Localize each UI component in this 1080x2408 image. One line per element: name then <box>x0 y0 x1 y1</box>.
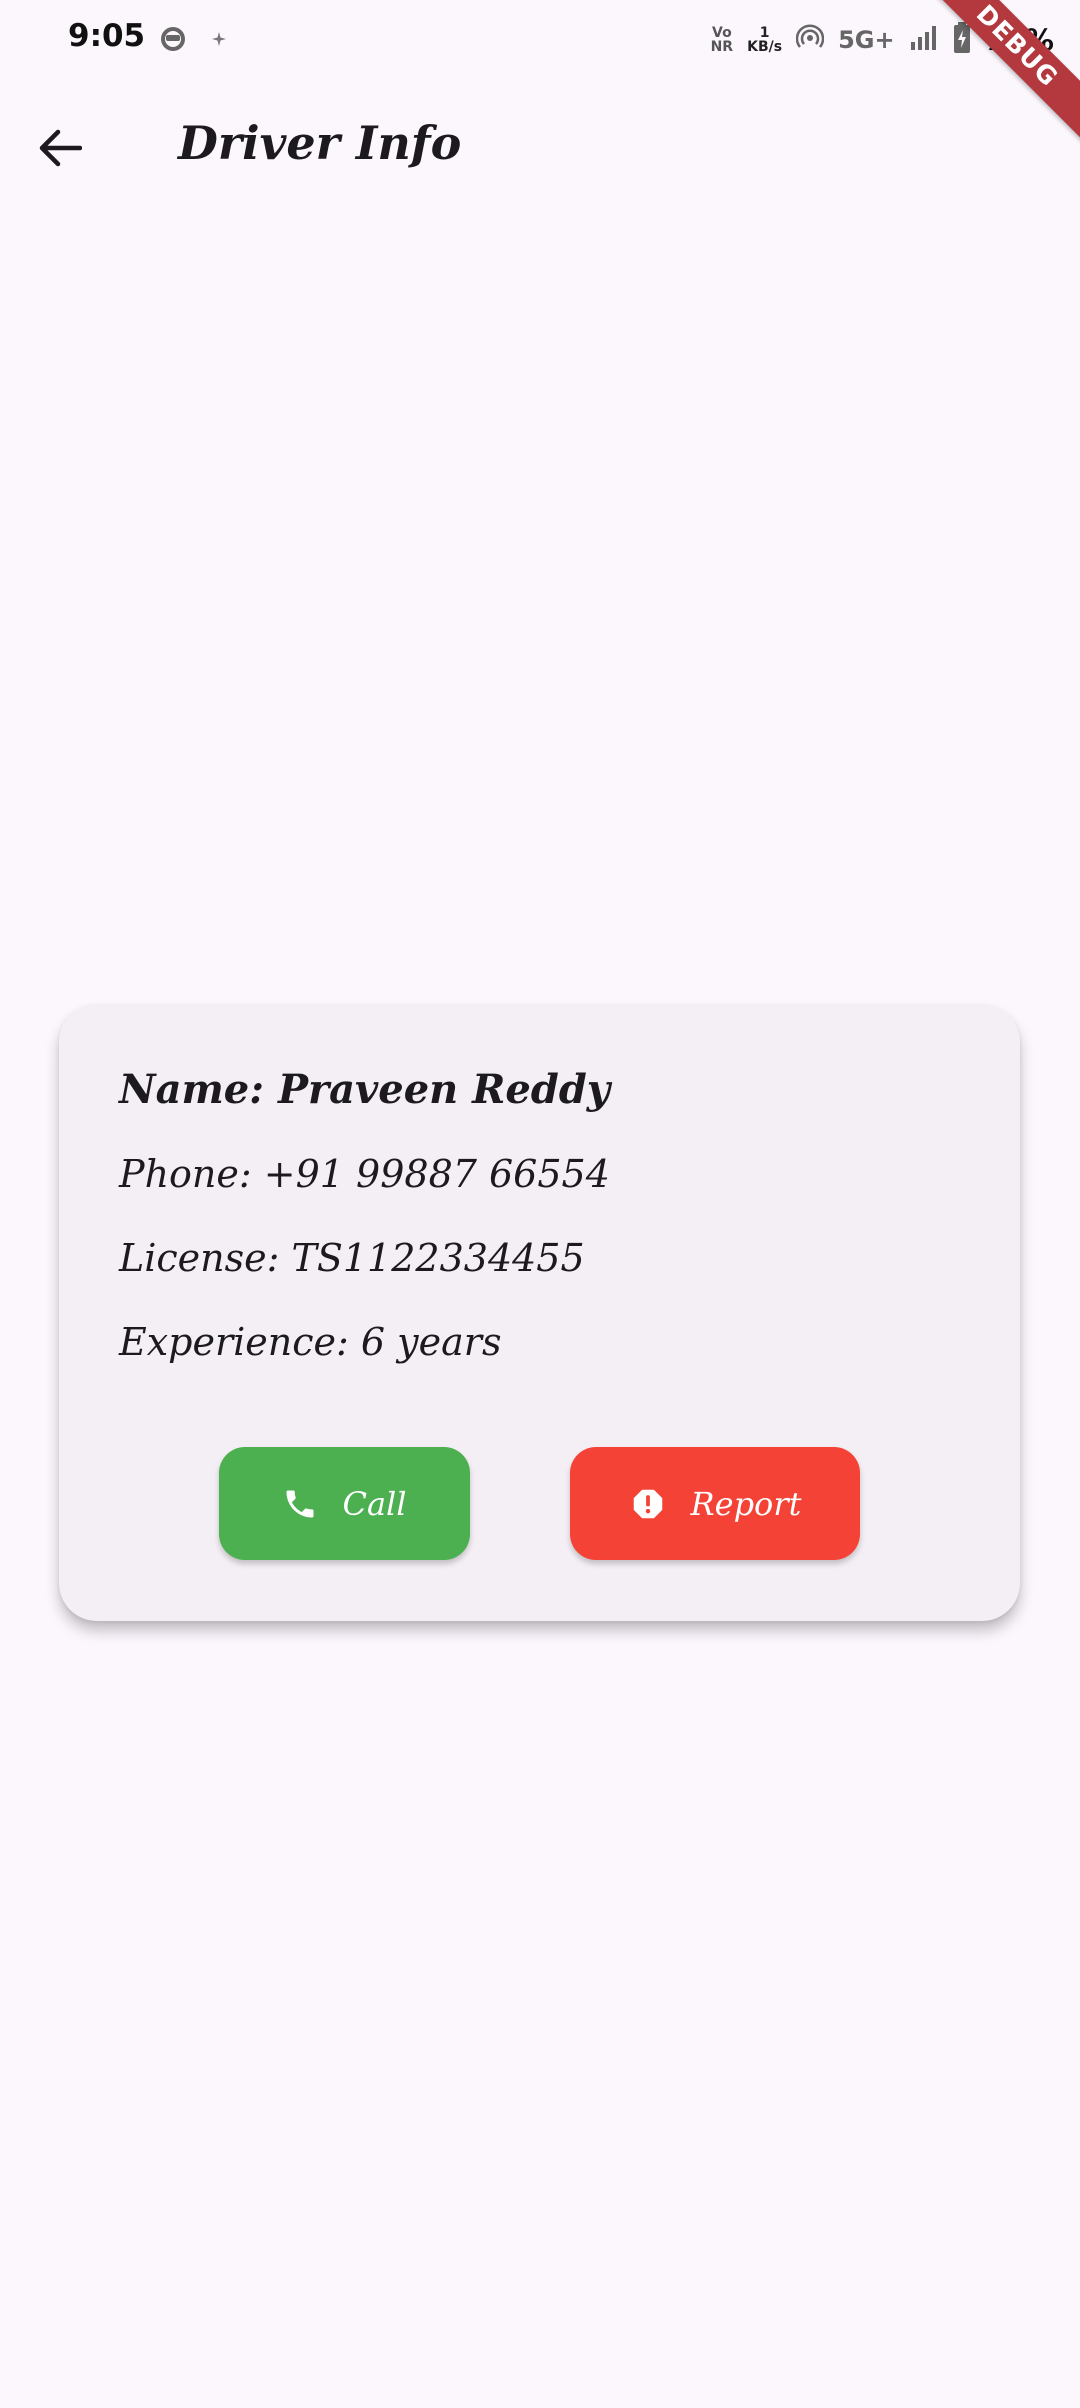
driver-name: Name: Praveen Reddy <box>119 1066 611 1113</box>
report-label: Report <box>690 1484 802 1523</box>
arrow-back-icon <box>39 129 82 167</box>
driver-info-card: Name: Praveen Reddy Phone: +91 99887 665… <box>59 1004 1020 1621</box>
app-notification-icon <box>160 26 186 52</box>
report-button[interactable]: Report <box>570 1447 860 1560</box>
driver-phone: Phone: +91 99887 66554 <box>119 1152 610 1196</box>
network-speed: 1 KB/s <box>747 25 783 55</box>
battery-icon <box>953 22 971 58</box>
report-icon <box>629 1485 667 1523</box>
network-type: 5G+ <box>838 26 895 54</box>
hotspot-icon <box>795 24 825 56</box>
call-button[interactable]: Call <box>219 1447 470 1560</box>
driver-license: License: TS1122334455 <box>119 1236 585 1280</box>
page-title: Driver Info <box>178 116 462 170</box>
app-bar: Driver Info <box>0 88 1080 208</box>
back-button[interactable] <box>28 116 92 180</box>
call-label: Call <box>342 1484 407 1523</box>
volte-indicator: Vo NR <box>710 25 734 55</box>
sparkle-icon <box>210 30 228 48</box>
phone-icon <box>282 1486 318 1522</box>
driver-experience: Experience: 6 years <box>119 1320 502 1364</box>
signal-icon <box>909 24 939 56</box>
status-time: 9:05 <box>68 18 146 54</box>
status-bar: 9:05 Vo NR 1 KB/s 5G+ <box>0 0 1080 80</box>
